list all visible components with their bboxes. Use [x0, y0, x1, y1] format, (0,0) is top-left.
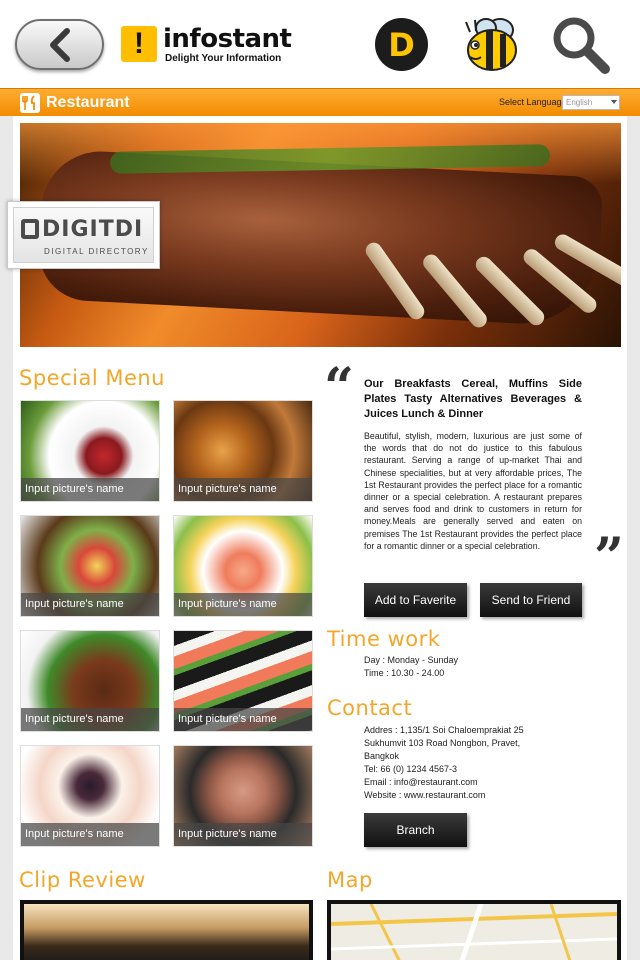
- contact-address-line: Bangkok: [364, 751, 400, 761]
- language-select[interactable]: English: [562, 95, 620, 110]
- menu-item[interactable]: Input picture's name: [20, 400, 160, 502]
- menu-item[interactable]: Input picture's name: [20, 745, 160, 847]
- fork-knife-icon: [20, 93, 40, 113]
- work-days: Day : Monday - Sunday: [364, 655, 459, 665]
- open-quote-icon: “: [324, 357, 354, 418]
- d-directory-icon[interactable]: D: [375, 18, 428, 71]
- menu-item[interactable]: Input picture's name: [173, 630, 313, 732]
- logo-name: infostant: [163, 24, 292, 54]
- back-button[interactable]: [15, 19, 104, 70]
- contact-tel[interactable]: Tel: 66 (0) 1234 4567-3: [364, 763, 524, 776]
- contact-website[interactable]: Website : www.restaurant.com: [364, 789, 524, 802]
- contact-info: Addres : 1,135/1 Soi Chaloemprakiat 25 S…: [364, 724, 524, 802]
- time-work-title: Time work: [327, 627, 441, 651]
- language-label: Select Language: [499, 97, 567, 107]
- map-title: Map: [327, 868, 373, 892]
- top-header: ! infostant Delight Your Information D: [0, 0, 640, 88]
- search-icon[interactable]: [550, 14, 612, 76]
- menu-item[interactable]: Input picture's name: [173, 745, 313, 847]
- intro-body: Beautiful, stylish, modern, luxurious ar…: [364, 431, 582, 551]
- category-title: Restaurant: [46, 94, 130, 111]
- category-bar: Restaurant Select Language English: [0, 88, 640, 116]
- menu-item[interactable]: Input picture's name: [20, 515, 160, 617]
- contact-address-line: Addres : 1,135/1 Soi Chaloemprakiat 25: [364, 725, 524, 735]
- work-hours: Time : 10.30 - 24.00: [364, 668, 445, 678]
- time-work-info: Day : Monday - Sunday Time : 10.30 - 24.…: [364, 654, 458, 680]
- infostant-logo[interactable]: ! infostant Delight Your Information: [121, 24, 292, 64]
- clip-review-video[interactable]: [20, 900, 313, 960]
- intro-title: Our Breakfasts Cereal, Muffins Side Plat…: [364, 378, 582, 420]
- contact-address-line: Sukhumvit 103 Road Nongbon, Pravet,: [364, 738, 521, 748]
- branch-button[interactable]: Branch: [364, 813, 467, 847]
- location-map[interactable]: [327, 900, 621, 960]
- menu-item[interactable]: Input picture's name: [20, 630, 160, 732]
- send-to-friend-button[interactable]: Send to Friend: [480, 583, 582, 617]
- special-menu-title: Special Menu: [19, 366, 165, 390]
- exclamation-icon: !: [121, 26, 157, 62]
- chevron-down-icon: [611, 100, 617, 104]
- add-to-favorite-button[interactable]: Add to Faverite: [364, 583, 467, 617]
- contact-email[interactable]: Email : info@restaurant.com: [364, 776, 524, 789]
- close-quote-icon: ”: [594, 527, 624, 588]
- logo-tagline: Delight Your Information: [165, 53, 282, 64]
- menu-item[interactable]: Input picture's name: [173, 515, 313, 617]
- digitdi-mark-icon: [21, 219, 39, 239]
- clip-review-title: Clip Review: [19, 868, 146, 892]
- bee-icon[interactable]: [460, 12, 524, 74]
- contact-title: Contact: [327, 696, 413, 720]
- chevron-left-icon: [49, 27, 70, 62]
- menu-item[interactable]: Input picture's name: [173, 400, 313, 502]
- digitdi-logo[interactable]: DIGITDI DIGITAL DIRECTORY: [7, 201, 160, 269]
